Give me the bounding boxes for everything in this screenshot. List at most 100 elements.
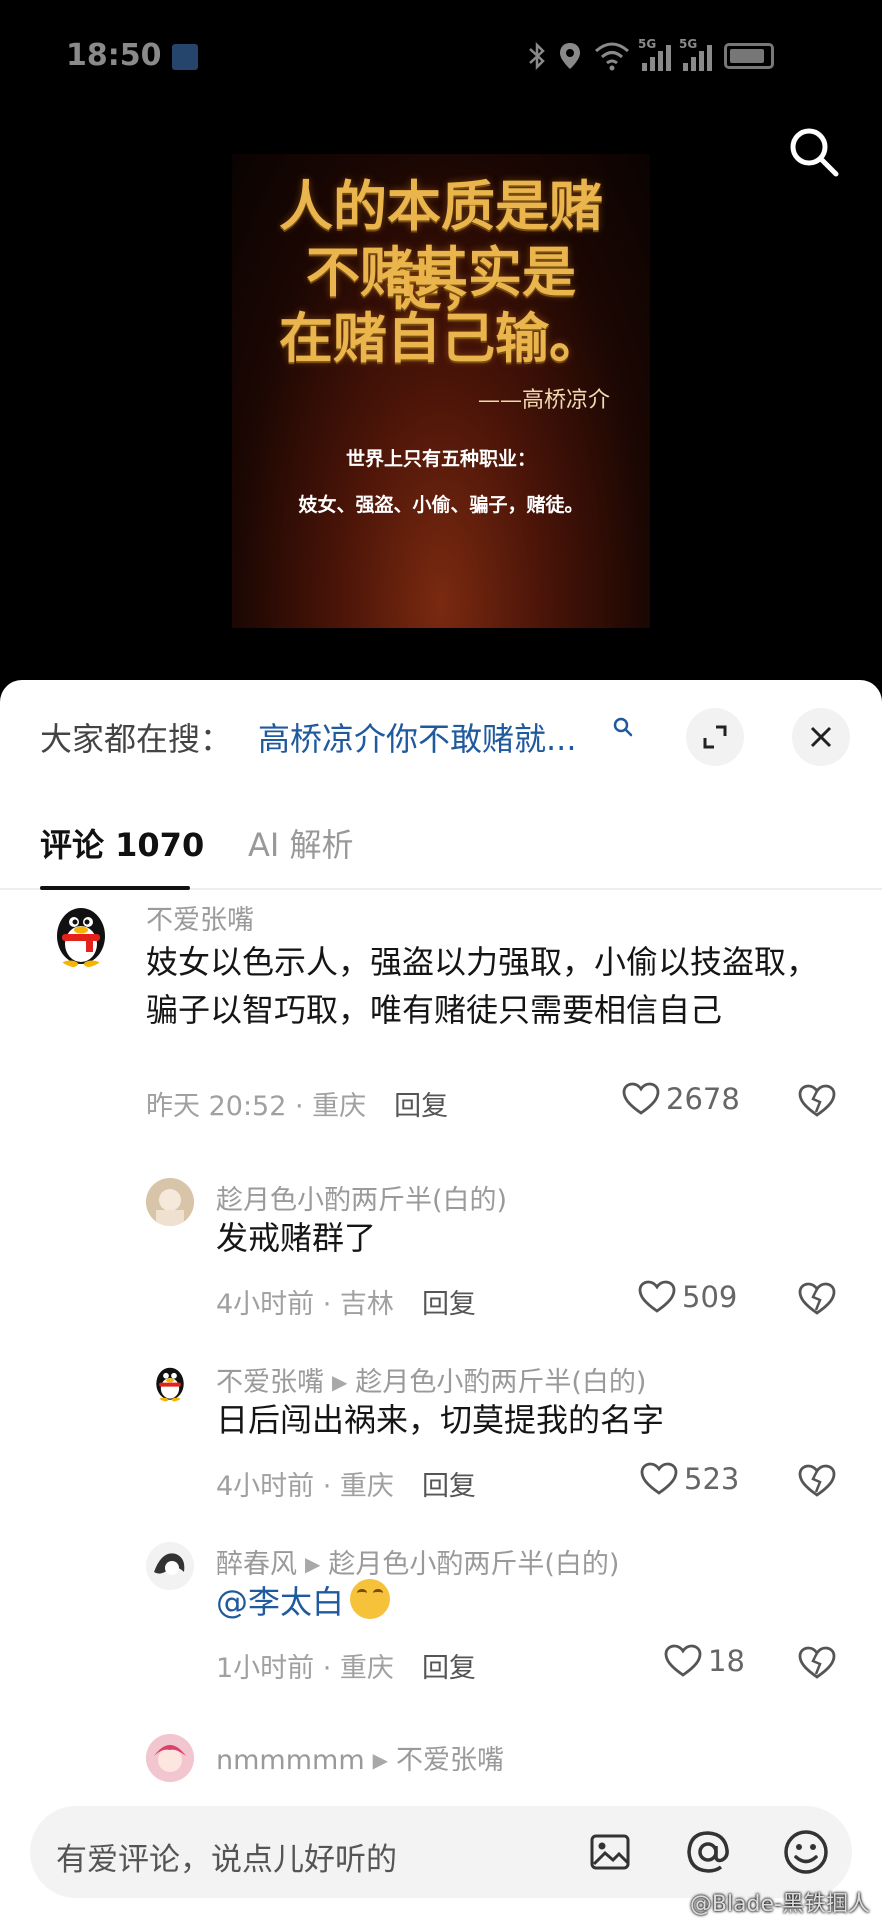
poster-author: ——高桥凉介 <box>477 388 610 413</box>
location-icon <box>560 43 580 69</box>
comment-username[interactable]: 不爱张嘴 <box>216 1367 324 1398</box>
penguin-icon <box>57 908 105 968</box>
like-button[interactable]: 509 <box>638 1280 737 1314</box>
comment-text-line: @李太白 <box>216 1578 836 1626</box>
comment-text: 日后闯出祸来，切莫提我的名字 <box>216 1401 665 1439</box>
comment-username-line: nmmmmm ▶ 不爱张嘴 <box>216 1738 504 1777</box>
network-label-2: 5G <box>679 37 698 51</box>
comment-time-location: 4小时前 · 吉林 <box>216 1289 394 1320</box>
comment-username[interactable]: 醉春风 <box>216 1549 297 1580</box>
reply-button[interactable]: 回复 <box>422 1653 476 1684</box>
heart-icon <box>622 1082 660 1115</box>
comment-text: 发戒赌群了 <box>216 1219 377 1257</box>
mention-link[interactable]: @李太白 <box>216 1583 344 1621</box>
dislike-icon[interactable] <box>798 1084 836 1118</box>
reply-button[interactable]: 回复 <box>422 1471 476 1502</box>
reply-item: 趁月色小酌两斤半(白的) 发戒赌群了 4小时前 · 吉林 回复 509 <box>0 1178 882 1328</box>
image-icon[interactable] <box>588 1830 632 1874</box>
status-bar: 18:50 5G 5G <box>0 0 882 110</box>
comment-username[interactable]: 趁月色小酌两斤半(白的) <box>216 1178 507 1217</box>
comment-sheet: 大家都在搜： 高桥凉介你不敢赌就... 评论 1070 AI 解析 不爱张嘴 妓… <box>0 680 882 1920</box>
reply-item: 不爱张嘴 ▶ 趁月色小酌两斤半(白的) 日后闯出祸来，切莫提我的名字 4小时前 · … <box>0 1360 882 1510</box>
comment-text: 妓女以色示人，强盗以力强取，小偷以技盗取，骗子以智巧取，唯有赌徒只需要相信自己 <box>146 943 819 1029</box>
comment-item: 不爱张嘴 妓女以色示人，强盗以力强取，小偷以技盗取，骗子以智巧取，唯有赌徒只需要… <box>0 898 882 1148</box>
comment-tabs: 评论 1070 AI 解析 <box>0 790 882 890</box>
like-button[interactable]: 523 <box>640 1462 739 1496</box>
dislike-icon[interactable] <box>798 1282 836 1316</box>
watermark-text: @Blade-黑铁掴人 <box>689 1892 870 1917</box>
reply-target-username[interactable]: 趁月色小酌两斤半(白的) <box>355 1367 646 1398</box>
expand-button[interactable] <box>686 708 744 766</box>
reply-item: nmmmmm ▶ 不爱张嘴 <box>0 1734 882 1794</box>
hd-icon <box>172 44 198 70</box>
reply-button[interactable]: 回复 <box>422 1289 476 1320</box>
like-button[interactable]: 18 <box>664 1644 745 1678</box>
comment-time-location: 1小时前 · 重庆 <box>216 1653 394 1684</box>
like-count: 18 <box>708 1644 745 1678</box>
signal-icon-1: 5G <box>638 37 671 71</box>
status-time: 18:50 <box>66 38 162 73</box>
search-icon[interactable] <box>786 124 842 180</box>
comment-meta: 4小时前 · 重庆 回复 <box>216 1464 476 1503</box>
comment-input-placeholder: 有爱评论，说点儿好听的 <box>56 1842 397 1878</box>
comment-time-location: 4小时前 · 重庆 <box>216 1471 394 1502</box>
like-count: 523 <box>684 1462 740 1496</box>
avatar[interactable] <box>150 1362 190 1402</box>
active-tab-indicator <box>40 886 190 890</box>
heart-icon <box>640 1462 678 1495</box>
poster-subtitle-2: 妓女、强盗、小偷、骗子，赌徒。 <box>298 494 584 516</box>
like-button[interactable]: 2678 <box>622 1082 740 1116</box>
reply-arrow-icon: ▶ <box>332 1370 348 1394</box>
close-icon <box>810 726 832 748</box>
expand-icon <box>703 725 727 749</box>
user-avatar-image <box>146 1542 194 1590</box>
related-search-row: 大家都在搜： 高桥凉介你不敢赌就... <box>0 680 882 790</box>
laughing-emoji-icon <box>350 1579 391 1619</box>
signal-icon-2: 5G <box>679 37 712 71</box>
avatar[interactable] <box>146 1734 194 1782</box>
poster-subtitle-1: 世界上只有五种职业： <box>345 448 536 470</box>
reply-target-username[interactable]: 不爱张嘴 <box>396 1745 504 1776</box>
like-count: 2678 <box>666 1082 740 1116</box>
comment-input[interactable]: 有爱评论，说点儿好听的 <box>30 1806 852 1898</box>
heart-icon <box>664 1644 702 1677</box>
comment-time-location: 昨天 20:52 · 重庆 <box>146 1091 367 1122</box>
status-icons: 5G 5G <box>528 37 774 74</box>
poster-line-3: 在赌自己输。 <box>279 306 603 370</box>
related-search-link[interactable]: 高桥凉介你不敢赌就... <box>258 714 577 760</box>
reply-arrow-icon: ▶ <box>305 1552 321 1576</box>
user-avatar-image <box>146 1178 194 1226</box>
tab-ai-analysis[interactable]: AI 解析 <box>248 820 354 866</box>
mention-icon[interactable] <box>684 1828 732 1876</box>
battery-icon <box>724 43 774 69</box>
related-search-label: 大家都在搜： <box>40 720 233 758</box>
reply-arrow-icon: ▶ <box>372 1748 389 1772</box>
comment-username[interactable]: 不爱张嘴 <box>146 898 254 937</box>
comment-meta: 1小时前 · 重庆 回复 <box>216 1646 476 1685</box>
tab-comments[interactable]: 评论 1070 <box>40 820 204 866</box>
avatar[interactable] <box>46 898 116 968</box>
small-search-icon[interactable] <box>612 716 634 738</box>
comment-username-line: 醉春风 ▶ 趁月色小酌两斤半(白的) <box>216 1542 619 1581</box>
network-label-1: 5G <box>638 37 657 51</box>
comment-username[interactable]: nmmmmm <box>216 1745 365 1776</box>
video-poster[interactable]: 人的本质是赌徒， 不赌其实是 在赌自己输。 ——高桥凉介 世界上只有五种职业： … <box>232 154 650 628</box>
heart-icon <box>638 1280 676 1313</box>
bluetooth-icon <box>529 41 545 71</box>
dislike-icon[interactable] <box>798 1464 836 1498</box>
reply-target-username[interactable]: 趁月色小酌两斤半(白的) <box>328 1549 619 1580</box>
wifi-icon <box>595 42 629 71</box>
close-button[interactable] <box>792 708 850 766</box>
comment-meta: 昨天 20:52 · 重庆 回复 <box>146 1084 448 1123</box>
comment-meta: 4小时前 · 吉林 回复 <box>216 1282 476 1321</box>
like-count: 509 <box>682 1280 738 1314</box>
emoji-icon[interactable] <box>782 1828 830 1876</box>
penguin-icon <box>156 1367 184 1402</box>
reply-item: 醉春风 ▶ 趁月色小酌两斤半(白的) @李太白 1小时前 · 重庆 回复 18 <box>0 1542 882 1692</box>
user-avatar-image <box>146 1734 194 1782</box>
comment-username-line: 不爱张嘴 ▶ 趁月色小酌两斤半(白的) <box>216 1360 646 1399</box>
avatar[interactable] <box>146 1178 194 1226</box>
avatar[interactable] <box>146 1542 194 1590</box>
dislike-icon[interactable] <box>798 1646 836 1680</box>
reply-button[interactable]: 回复 <box>394 1091 448 1122</box>
